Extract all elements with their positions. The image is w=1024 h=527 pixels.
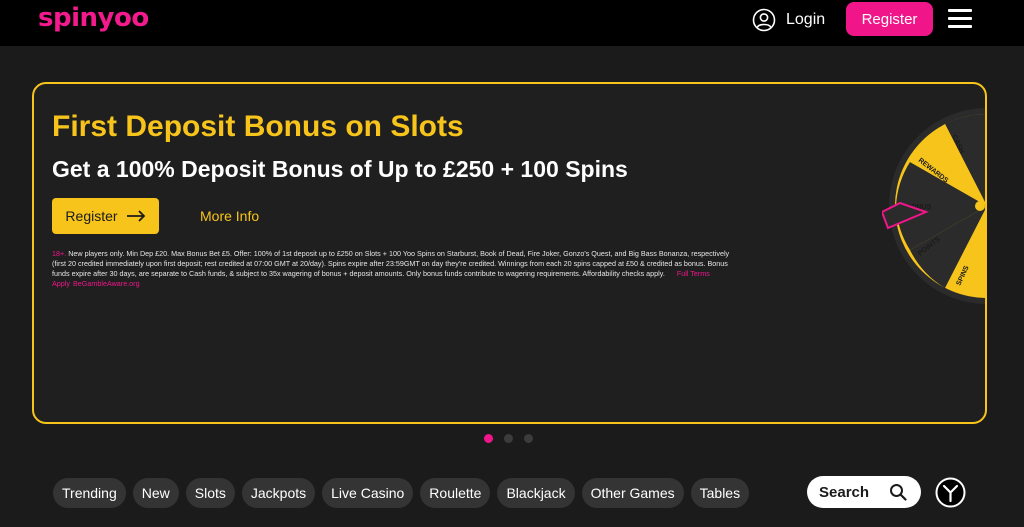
search-label: Search	[819, 483, 870, 501]
category-chip-other-games[interactable]: Other Games	[581, 478, 684, 508]
promo-banner: First Deposit Bonus on Slots Get a 100% …	[32, 82, 987, 424]
search-icon	[890, 484, 907, 501]
category-chip-tables[interactable]: Tables	[690, 478, 750, 508]
more-info-link[interactable]: More Info	[200, 208, 259, 224]
search-button[interactable]: Search	[807, 476, 921, 508]
carousel-dots	[484, 434, 533, 443]
spinyoo-logo[interactable]: spinyoo	[38, 3, 149, 33]
banner-register-label: Register	[65, 208, 118, 224]
header-register-button[interactable]: Register	[846, 2, 933, 36]
begambleaware-link[interactable]: BeGambleAware.org	[73, 279, 140, 288]
category-chip-roulette[interactable]: Roulette	[420, 478, 491, 508]
terms-text: 18+. New players only. Min Dep £20. Max …	[52, 249, 736, 289]
category-chip-live-casino[interactable]: Live Casino	[322, 478, 414, 508]
banner-subtitle: Get a 100% Deposit Bonus of Up to £250 +…	[52, 156, 628, 182]
category-chip-slots[interactable]: Slots	[185, 478, 235, 508]
carousel-dot-1[interactable]	[484, 434, 493, 443]
login-label: Login	[786, 11, 826, 28]
category-chip-blackjack[interactable]: Blackjack	[497, 478, 575, 508]
provider-filter-icon[interactable]	[935, 477, 966, 508]
prize-wheel-graphic: CASH REWARDS BONUS POINTS SPINS	[882, 108, 985, 304]
carousel-dot-2[interactable]	[504, 434, 513, 443]
banner-title: First Deposit Bonus on Slots	[52, 110, 464, 143]
banner-register-button[interactable]: Register	[52, 198, 159, 234]
user-icon	[752, 8, 776, 32]
top-navigation-bar: spinyoo Login Register	[0, 0, 1024, 46]
login-button[interactable]: Login	[752, 7, 825, 33]
carousel-dot-3[interactable]	[524, 434, 533, 443]
terms-body: New players only. Min Dep £20. Max Bonus…	[52, 249, 730, 278]
arrow-right-icon	[126, 210, 145, 222]
hamburger-menu-icon[interactable]	[948, 9, 972, 29]
age-restriction: 18+.	[52, 249, 67, 258]
game-category-bar: Trending New Slots Jackpots Live Casino Roule…	[53, 478, 750, 508]
category-chip-trending[interactable]: Trending	[53, 478, 126, 508]
category-chip-jackpots[interactable]: Jackpots	[241, 478, 316, 508]
category-chip-new[interactable]: New	[132, 478, 179, 508]
